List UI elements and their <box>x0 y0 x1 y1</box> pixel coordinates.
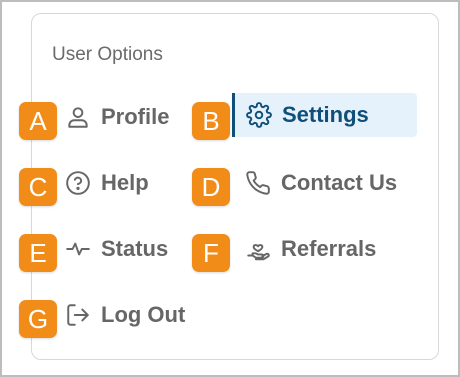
badge-f: F <box>192 234 230 272</box>
menu-heading: User Options <box>52 44 163 65</box>
menu-item-label: Profile <box>101 104 170 129</box>
hand-heart-icon <box>244 235 272 263</box>
menu-item-contact-us[interactable]: Contact Us <box>244 161 397 205</box>
menu-item-label: Status <box>101 236 169 261</box>
badge-c: C <box>19 168 57 206</box>
menu-item-label: Log Out <box>101 302 186 327</box>
badge-a: A <box>19 102 57 140</box>
activity-icon <box>64 235 92 263</box>
logout-icon <box>64 301 92 329</box>
menu-item-referrals[interactable]: Referrals <box>244 227 376 271</box>
badge-e: E <box>19 234 57 272</box>
user-icon <box>64 103 92 131</box>
gear-icon <box>245 101 273 129</box>
menu-item-label: Help <box>101 170 149 195</box>
menu-item-status[interactable]: Status <box>64 227 168 271</box>
badge-b: B <box>192 102 230 140</box>
menu-item-label: Settings <box>282 102 369 127</box>
menu-item-log-out[interactable]: Log Out <box>64 293 185 337</box>
question-circle-icon <box>64 169 92 197</box>
menu-item-profile[interactable]: Profile <box>64 95 169 139</box>
menu-item-settings[interactable]: Settings <box>232 93 417 137</box>
badge-g: G <box>19 300 57 338</box>
menu-item-label: Contact Us <box>281 170 398 195</box>
menu-item-help[interactable]: Help <box>64 161 149 205</box>
menu-item-label: Referrals <box>281 236 377 261</box>
phone-icon <box>244 169 272 197</box>
badge-d: D <box>192 168 230 206</box>
